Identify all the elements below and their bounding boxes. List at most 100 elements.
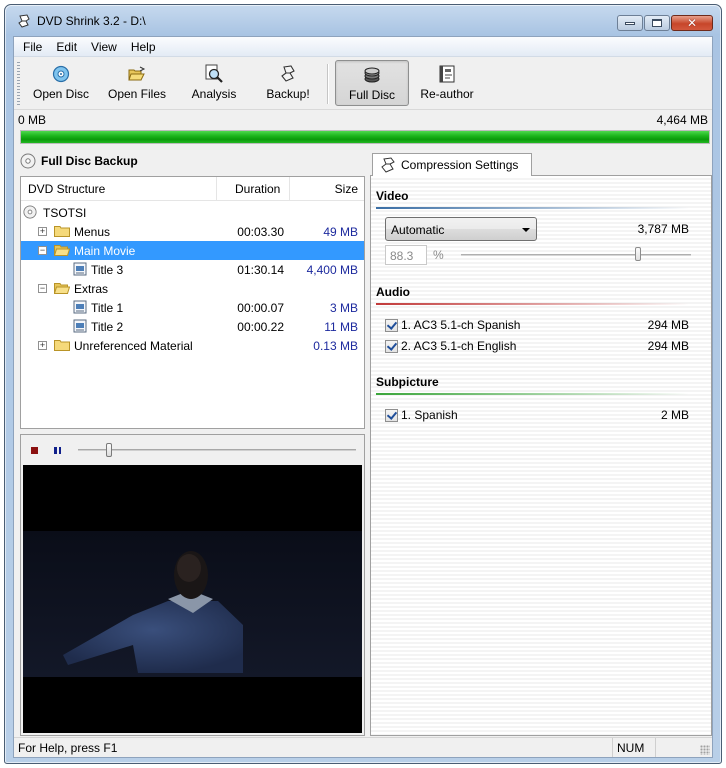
window-title: DVD Shrink 3.2 - D:\ bbox=[37, 14, 146, 28]
folder-icon bbox=[54, 226, 70, 237]
column-duration[interactable]: Duration bbox=[235, 182, 280, 196]
menu-edit[interactable]: Edit bbox=[49, 37, 84, 56]
video-preview bbox=[23, 465, 362, 733]
subpicture-track-1[interactable]: 1. Spanish bbox=[385, 406, 458, 424]
tree-header: DVD Structure Duration Size bbox=[21, 177, 364, 201]
minimize-icon bbox=[625, 21, 635, 25]
analysis-magnifier-icon bbox=[204, 64, 224, 84]
video-percent-input[interactable]: 88.3 bbox=[385, 245, 427, 265]
video-frame-image bbox=[23, 465, 362, 733]
menu-view[interactable]: View bbox=[84, 37, 124, 56]
folder-open-icon bbox=[54, 245, 70, 256]
tree-item-duration: 00:00.07 bbox=[237, 301, 284, 315]
tree-row[interactable]: − Extras bbox=[21, 279, 364, 298]
tree-row[interactable]: Title 2 00:00.22 11 MB bbox=[21, 317, 364, 336]
video-size: 3,787 MB bbox=[637, 222, 689, 236]
audio-track-1[interactable]: 1. AC3 5.1-ch Spanish bbox=[385, 316, 520, 334]
close-button[interactable]: ✕ bbox=[671, 15, 713, 31]
status-help-text: For Help, press F1 bbox=[18, 741, 118, 755]
collapse-icon[interactable]: − bbox=[38, 284, 47, 293]
backup-icon bbox=[278, 64, 298, 84]
backup-button[interactable]: Backup! bbox=[254, 60, 322, 106]
video-section-divider bbox=[376, 207, 689, 209]
tree-item-duration: 01:30.14 bbox=[237, 263, 284, 277]
minimize-button[interactable] bbox=[617, 15, 643, 31]
subpicture-track-1-size: 2 MB bbox=[660, 408, 689, 422]
compression-settings-panel: Video Automatic 3,787 MB 88.3 % Audio 1.… bbox=[370, 175, 712, 736]
tree-row[interactable]: + Menus 00:03.30 49 MB bbox=[21, 222, 364, 241]
seek-slider-track[interactable] bbox=[78, 449, 356, 451]
resize-grip[interactable] bbox=[700, 745, 710, 755]
audio-section-title: Audio bbox=[376, 285, 410, 299]
tab-compression-settings[interactable]: Compression Settings bbox=[372, 153, 532, 176]
analysis-button[interactable]: Analysis bbox=[182, 60, 246, 106]
preview-player bbox=[20, 434, 365, 736]
tree-row[interactable]: TSOTSI bbox=[21, 203, 364, 222]
pause-button[interactable] bbox=[54, 447, 61, 454]
disc-icon bbox=[23, 205, 37, 219]
title-bar[interactable]: DVD Shrink 3.2 - D:\ ✕ bbox=[5, 5, 721, 35]
collapse-icon[interactable]: − bbox=[38, 246, 47, 255]
menu-help[interactable]: Help bbox=[124, 37, 163, 56]
audio-track-1-size: 294 MB bbox=[647, 318, 689, 332]
tree-row[interactable]: − Main Movie bbox=[21, 241, 364, 260]
video-compression-slider-thumb[interactable] bbox=[635, 247, 642, 261]
tree-item-name: Main Movie bbox=[74, 244, 136, 258]
open-folder-icon bbox=[127, 64, 147, 84]
open-files-button[interactable]: Open Files bbox=[102, 60, 172, 106]
tree-row[interactable]: + Unreferenced Material 0.13 MB bbox=[21, 336, 364, 355]
expand-icon[interactable]: + bbox=[38, 227, 47, 236]
close-icon: ✕ bbox=[686, 16, 698, 30]
subpicture-section-title: Subpicture bbox=[376, 375, 439, 389]
app-window: DVD Shrink 3.2 - D:\ ✕ File Edit View He… bbox=[4, 4, 722, 764]
full-disc-button[interactable]: Full Disc bbox=[335, 60, 409, 106]
progress-labels: 0 MB 4,464 MB bbox=[14, 112, 712, 128]
menu-file[interactable]: File bbox=[16, 37, 49, 56]
tree-item-name: Title 3 bbox=[91, 263, 124, 277]
expand-icon[interactable]: + bbox=[38, 341, 47, 350]
disc-stack-icon bbox=[362, 65, 382, 85]
status-bar: For Help, press F1 NUM bbox=[14, 737, 712, 757]
disc-usage-fill bbox=[21, 131, 709, 143]
audio-track-1-checkbox[interactable] bbox=[385, 318, 398, 332]
column-divider[interactable] bbox=[289, 177, 290, 200]
re-author-button[interactable]: Re-author bbox=[412, 60, 482, 106]
seek-slider-thumb[interactable] bbox=[105, 443, 112, 457]
subpicture-section-divider bbox=[376, 393, 689, 395]
compression-icon bbox=[381, 157, 395, 173]
tree-item-size: 4,400 MB bbox=[306, 263, 358, 277]
pause-icon bbox=[54, 447, 57, 454]
video-compression-slider-track[interactable] bbox=[461, 254, 691, 256]
open-disc-button[interactable]: Open Disc bbox=[28, 60, 94, 106]
stop-button[interactable] bbox=[31, 447, 38, 454]
tree-item-size: 0.13 MB bbox=[313, 339, 358, 353]
column-dvd-structure[interactable]: DVD Structure bbox=[28, 182, 105, 196]
title-file-icon bbox=[73, 319, 87, 333]
full-disc-backup-header: Full Disc Backup bbox=[20, 150, 138, 172]
tree-item-name: Unreferenced Material bbox=[74, 339, 193, 353]
disc-icon bbox=[20, 153, 36, 169]
video-compression-mode-select[interactable]: Automatic bbox=[385, 217, 537, 241]
audio-track-2[interactable]: 2. AC3 5.1-ch English bbox=[385, 337, 516, 355]
audio-track-2-checkbox[interactable] bbox=[385, 339, 398, 353]
tree-item-name: Extras bbox=[74, 282, 109, 296]
column-size[interactable]: Size bbox=[335, 182, 358, 196]
toolbar-grip[interactable] bbox=[17, 62, 20, 106]
title-file-icon bbox=[73, 300, 87, 314]
dvd-structure-tree: DVD Structure Duration Size TSOTSI + Menus… bbox=[20, 176, 365, 429]
maximize-icon bbox=[652, 19, 662, 27]
percent-sign: % bbox=[433, 248, 444, 262]
maximize-button[interactable] bbox=[644, 15, 670, 31]
progress-max-label: 4,464 MB bbox=[656, 113, 708, 127]
tree-item-duration: 00:00.22 bbox=[237, 320, 284, 334]
dvd-shrink-icon bbox=[18, 14, 30, 28]
column-divider[interactable] bbox=[216, 177, 217, 200]
tree-row[interactable]: Title 3 01:30.14 4,400 MB bbox=[21, 260, 364, 279]
tree-item-name: Title 1 bbox=[91, 301, 124, 315]
tree-item-duration: 00:03.30 bbox=[237, 225, 284, 239]
film-strip-icon bbox=[437, 64, 457, 84]
pause-icon bbox=[58, 447, 61, 454]
subpicture-track-1-checkbox[interactable] bbox=[385, 408, 398, 422]
tree-item-size: 11 MB bbox=[324, 320, 358, 334]
tree-row[interactable]: Title 1 00:00.07 3 MB bbox=[21, 298, 364, 317]
